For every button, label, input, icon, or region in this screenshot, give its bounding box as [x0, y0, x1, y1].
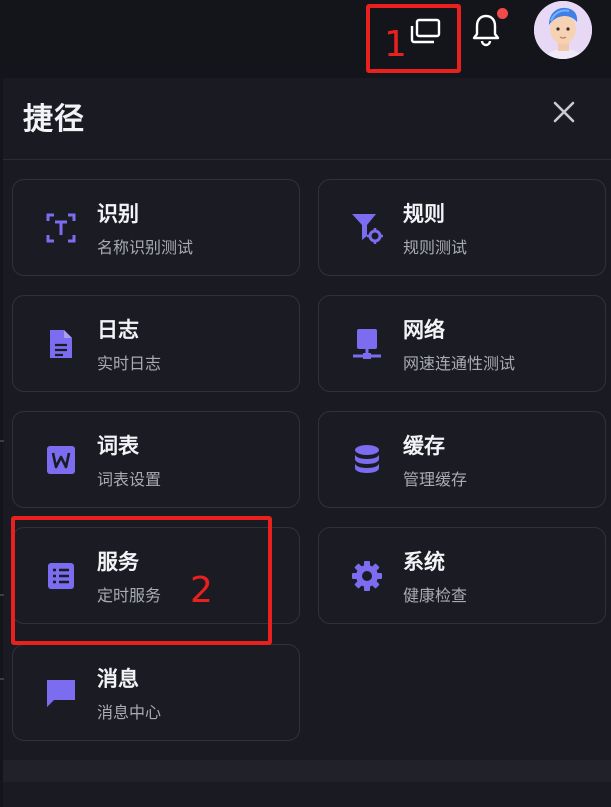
shortcut-card-network[interactable]: 网络 网速连通性测试: [318, 295, 606, 392]
card-subtitle: 管理缓存: [403, 470, 468, 489]
word-icon: [45, 444, 77, 476]
annotation-box-2: [11, 516, 272, 645]
document-icon: [45, 328, 77, 360]
card-subtitle: 消息中心: [97, 703, 162, 722]
gear-icon: [351, 560, 383, 592]
edge-tick: [0, 678, 4, 680]
annotation-label-1: 1: [384, 24, 407, 65]
annotation-label-2: 2: [190, 570, 213, 611]
network-icon: [351, 328, 383, 360]
card-subtitle: 实时日志: [97, 354, 162, 373]
card-subtitle: 词表设置: [97, 470, 162, 489]
card-title: 词表: [97, 434, 139, 458]
card-title: 缓存: [403, 434, 445, 458]
shortcuts-panel: 捷径 识别 名称识别测试 规则 规则测试 日志 实时日志 网络 网速连通性测试 …: [3, 78, 611, 807]
panel-footer: [3, 760, 611, 782]
shortcut-card-cache[interactable]: 缓存 管理缓存: [318, 411, 606, 508]
shortcut-card-logs[interactable]: 日志 实时日志: [12, 295, 300, 392]
shortcut-card-rules[interactable]: 规则 规则测试: [318, 179, 606, 276]
card-title: 消息: [97, 667, 139, 691]
filter-gear-icon: [351, 212, 383, 244]
shortcut-card-glossary[interactable]: 词表 词表设置: [12, 411, 300, 508]
card-subtitle: 健康检查: [403, 586, 468, 605]
notification-dot: [497, 8, 508, 19]
top-bar: [0, 0, 611, 78]
edge-tick: [0, 440, 4, 442]
card-subtitle: 网速连通性测试: [403, 354, 516, 373]
card-title: 日志: [97, 318, 139, 342]
shortcut-card-recognize[interactable]: 识别 名称识别测试: [12, 179, 300, 276]
edge-tick: [0, 594, 4, 596]
shortcut-card-system[interactable]: 系统 健康检查: [318, 527, 606, 624]
text-recognize-icon: [45, 212, 77, 244]
card-title: 识别: [97, 202, 139, 226]
database-icon: [351, 444, 383, 476]
avatar[interactable]: [534, 1, 592, 59]
card-title: 规则: [403, 202, 445, 226]
annotation-box-1: [366, 4, 461, 73]
card-subtitle: 名称识别测试: [97, 238, 194, 257]
card-subtitle: 规则测试: [403, 238, 468, 257]
card-title: 系统: [403, 550, 445, 574]
card-title: 网络: [403, 318, 445, 342]
panel-header: 捷径: [3, 78, 611, 160]
close-icon[interactable]: [548, 96, 580, 128]
panel-title: 捷径: [23, 102, 85, 137]
shortcut-card-messages[interactable]: 消息 消息中心: [12, 644, 300, 741]
chat-icon: [45, 677, 77, 709]
